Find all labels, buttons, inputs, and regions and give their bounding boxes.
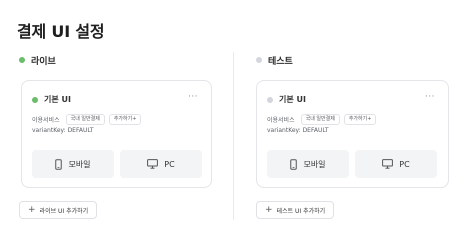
test-variant-key: variantKey: DEFAULT [267, 127, 329, 134]
live-section: 라이브 기본 UI ··· 이용서비스 국내 일반결제 추가하기+ varian… [19, 50, 219, 219]
test-card-title: 기본 UI [279, 95, 306, 104]
add-test-ui-label: 테스트 UI 추가하기 [276, 207, 326, 215]
mobile-icon [55, 158, 63, 170]
live-pc-button[interactable]: PC [120, 150, 202, 178]
live-service-add-chip[interactable]: 추가하기+ [108, 114, 142, 125]
test-status-dot [256, 57, 262, 63]
live-card-more-button[interactable]: ··· [185, 91, 201, 105]
test-service-row: 이용서비스 국내 일반결제 추가하기+ [267, 114, 380, 125]
live-service-row: 이용서비스 국내 일반결제 추가하기+ [32, 114, 145, 125]
live-card-header: 기본 UI [32, 94, 71, 105]
section-divider [233, 52, 234, 220]
test-mobile-button[interactable]: 모바일 [267, 150, 349, 178]
live-service-label: 이용서비스 [32, 117, 60, 124]
plus-icon: + [28, 204, 36, 215]
live-device-row: 모바일 PC [32, 150, 208, 178]
test-device-row: 모바일 PC [267, 150, 443, 178]
test-section: 테스트 기본 UI ··· 이용서비스 국내 일반결제 추가하기+ varian… [256, 50, 456, 219]
add-live-ui-button[interactable]: + 라이브 UI 추가하기 [19, 201, 98, 219]
add-live-ui-label: 라이브 UI 추가하기 [39, 207, 89, 215]
live-section-title: 라이브 [31, 56, 56, 67]
plus-icon: + [265, 204, 273, 215]
test-mobile-label: 모바일 [303, 159, 326, 169]
live-status-dot [19, 57, 25, 63]
test-card-header: 기본 UI [267, 94, 306, 105]
live-service-chip-domestic: 국내 일반결제 [65, 114, 105, 125]
live-pc-label: PC [164, 159, 175, 169]
mobile-icon [290, 158, 298, 170]
test-ui-card: 기본 UI ··· 이용서비스 국내 일반결제 추가하기+ variantKey… [256, 80, 449, 188]
test-service-chip-domestic: 국내 일반결제 [300, 114, 340, 125]
live-variant-key: variantKey: DEFAULT [32, 127, 94, 134]
live-section-header: 라이브 [19, 50, 219, 70]
test-card-more-button[interactable]: ··· [422, 91, 438, 105]
live-card-status-dot [32, 96, 38, 103]
live-mobile-label: 모바일 [68, 159, 91, 169]
test-section-title: 테스트 [268, 56, 293, 67]
test-card-status-dot [267, 96, 273, 103]
live-card-title: 기본 UI [44, 95, 71, 104]
add-test-ui-button[interactable]: + 테스트 UI 추가하기 [256, 201, 335, 219]
live-ui-card: 기본 UI ··· 이용서비스 국내 일반결제 추가하기+ variantKey… [21, 80, 212, 188]
live-mobile-button[interactable]: 모바일 [32, 150, 114, 178]
test-pc-label: PC [399, 159, 410, 169]
test-service-label: 이용서비스 [267, 117, 295, 124]
pc-monitor-icon [382, 159, 394, 169]
pc-monitor-icon [147, 159, 159, 169]
test-pc-button[interactable]: PC [355, 150, 437, 178]
test-section-header: 테스트 [256, 50, 456, 70]
page-title: 결제 UI 설정 [17, 22, 105, 41]
test-service-add-chip[interactable]: 추가하기+ [343, 114, 377, 125]
